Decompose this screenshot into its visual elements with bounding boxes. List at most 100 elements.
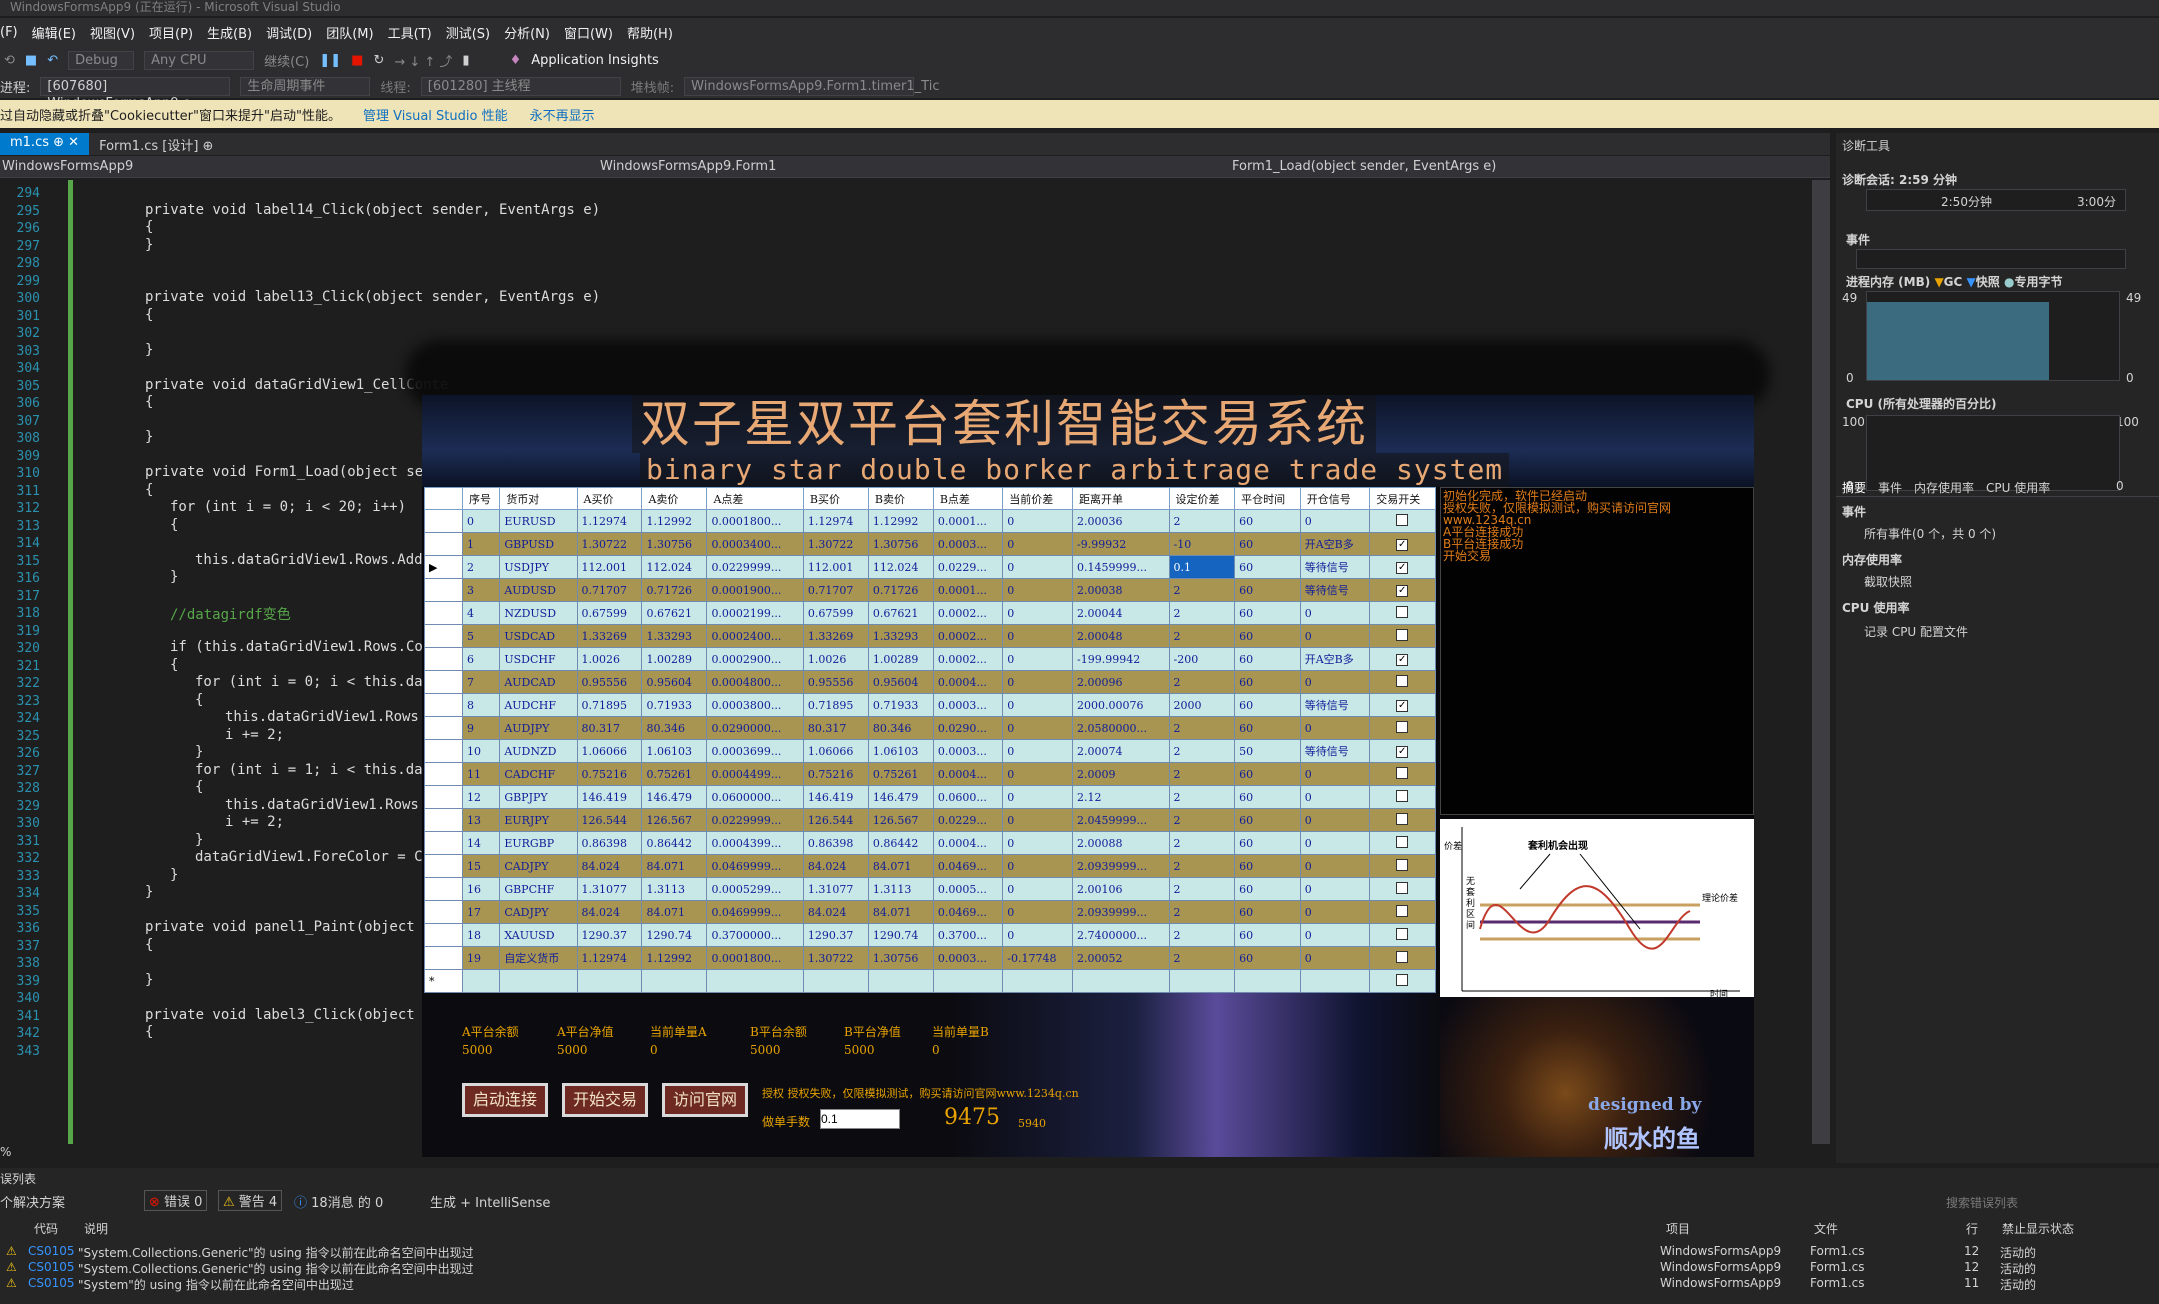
grid-cell[interactable]: 2000 bbox=[1168, 693, 1236, 717]
grid-cell[interactable]: 60 bbox=[1234, 509, 1301, 533]
row-header[interactable] bbox=[424, 923, 463, 947]
grid-cell[interactable]: 60 bbox=[1234, 578, 1301, 602]
grid-cell[interactable]: 1.30722 bbox=[802, 946, 869, 970]
checkbox[interactable] bbox=[1396, 835, 1409, 848]
grid-cell[interactable]: 0.75216 bbox=[576, 762, 643, 786]
grid-cell[interactable]: 1.30722 bbox=[802, 532, 869, 556]
grid-cell[interactable]: 1.3113 bbox=[641, 877, 708, 901]
grid-cell[interactable]: -200 bbox=[1168, 647, 1236, 671]
grid-cell[interactable]: 2.0939999... bbox=[1072, 900, 1170, 924]
trade-switch-checkbox[interactable] bbox=[1369, 762, 1436, 786]
grid-cell[interactable]: 9 bbox=[461, 716, 501, 740]
menu-item-6[interactable]: 团队(M) bbox=[326, 23, 387, 42]
grid-cell[interactable]: 1.30756 bbox=[867, 946, 934, 970]
grid-cell[interactable]: 60 bbox=[1234, 946, 1301, 970]
grid-cell[interactable]: 0.0001800... bbox=[706, 509, 804, 533]
grid-col-header[interactable]: B买价 bbox=[802, 487, 869, 510]
grid-cell[interactable]: 0.86442 bbox=[867, 831, 934, 855]
grid-cell[interactable]: 0.0469999... bbox=[706, 854, 804, 878]
grid-cell[interactable]: 84.071 bbox=[867, 854, 934, 878]
grid-cell[interactable]: 146.419 bbox=[576, 785, 643, 809]
checkbox[interactable]: ✓ bbox=[1396, 700, 1409, 712]
menu-item-8[interactable]: 测试(S) bbox=[446, 23, 504, 42]
grid-cell[interactable]: 0 bbox=[1299, 831, 1371, 855]
grid-cell[interactable]: 0 bbox=[1299, 624, 1371, 648]
grid-cell[interactable]: 0.71895 bbox=[802, 693, 869, 717]
grid-cell[interactable]: 0.0003699... bbox=[706, 739, 804, 763]
grid-col-header[interactable]: A点差 bbox=[706, 487, 804, 510]
grid-cell[interactable]: 1.12992 bbox=[867, 509, 934, 533]
trade-switch-checkbox[interactable] bbox=[1369, 808, 1436, 832]
grid-cell[interactable]: 0.71895 bbox=[576, 693, 643, 717]
grid-cell[interactable]: 0.0005... bbox=[932, 877, 1004, 901]
grid-cell[interactable]: 112.001 bbox=[802, 555, 869, 579]
grid-cell[interactable]: 1.33269 bbox=[576, 624, 643, 648]
grid-cell[interactable]: 2 bbox=[1168, 854, 1236, 878]
grid-cell[interactable]: AUDNZD bbox=[499, 739, 578, 763]
all-events-link[interactable]: 所有事件(0 个，共 0 个) bbox=[1864, 525, 1996, 542]
grid-cell-empty[interactable] bbox=[867, 969, 934, 993]
grid-cell[interactable]: 0 bbox=[1002, 808, 1074, 832]
grid-col-header[interactable]: 当前价差 bbox=[1002, 487, 1074, 510]
continue-button[interactable]: 继续(C) bbox=[264, 51, 309, 70]
bookmark-icon[interactable]: ▮ bbox=[462, 53, 469, 68]
grid-cell[interactable]: 0 bbox=[1299, 509, 1371, 533]
grid-col-header[interactable]: A买价 bbox=[576, 487, 643, 510]
row-header[interactable] bbox=[424, 601, 463, 625]
grid-row[interactable]: 7 AUDCAD 0.95556 0.95604 0.0004800... 0.95556… bbox=[424, 670, 1436, 694]
grid-cell[interactable]: 80.346 bbox=[867, 716, 934, 740]
grid-cell[interactable]: 2.00106 bbox=[1072, 877, 1170, 901]
grid-row[interactable]: 13 EURJPY 126.544 126.567 0.0229999... 126.54… bbox=[424, 808, 1436, 832]
undo-icon[interactable]: ↶ bbox=[47, 53, 58, 68]
trade-switch-checkbox[interactable]: ✓ bbox=[1369, 693, 1436, 717]
grid-cell[interactable]: 1.00289 bbox=[641, 647, 708, 671]
grid-cell[interactable]: 1.06103 bbox=[867, 739, 934, 763]
grid-cell[interactable]: 60 bbox=[1234, 877, 1301, 901]
grid-cell[interactable]: 0 bbox=[1002, 900, 1074, 924]
grid-cell[interactable]: 1.12992 bbox=[641, 946, 708, 970]
grid-cell[interactable]: 0.0469... bbox=[932, 900, 1004, 924]
grid-row[interactable]: 4 NZDUSD 0.67599 0.67621 0.0002199... 0.67599… bbox=[424, 601, 1436, 625]
trade-switch-checkbox[interactable]: ✓ bbox=[1369, 555, 1436, 579]
grid-cell[interactable]: 0 bbox=[1299, 923, 1371, 947]
grid-cell[interactable]: GBPUSD bbox=[499, 532, 578, 556]
grid-cell[interactable]: 0 bbox=[1002, 831, 1074, 855]
grid-cell[interactable]: 2.00038 bbox=[1072, 578, 1170, 602]
col-line[interactable]: 行 bbox=[1966, 1220, 1978, 1237]
lots-input[interactable] bbox=[820, 1109, 900, 1129]
grid-cell[interactable]: 126.544 bbox=[576, 808, 643, 832]
grid-cell[interactable]: 0.95556 bbox=[576, 670, 643, 694]
tab-form1-cs[interactable]: m1.cs ⊕ ✕ bbox=[0, 133, 90, 155]
grid-cell[interactable]: 1.00289 bbox=[867, 647, 934, 671]
trade-switch-checkbox[interactable] bbox=[1369, 716, 1436, 740]
grid-cell[interactable]: 80.346 bbox=[641, 716, 708, 740]
grid-cell[interactable]: 0 bbox=[1002, 716, 1074, 740]
grid-cell[interactable]: 0.0002... bbox=[932, 624, 1004, 648]
grid-new-row[interactable]: * bbox=[424, 969, 1436, 993]
grid-cell[interactable]: 2.0580000... bbox=[1072, 716, 1170, 740]
grid-cell[interactable]: 0.0003... bbox=[932, 532, 1004, 556]
grid-cell[interactable]: 1290.37 bbox=[802, 923, 869, 947]
grid-cell[interactable]: 2 bbox=[1168, 900, 1236, 924]
grid-cell[interactable]: 1.12974 bbox=[576, 946, 643, 970]
grid-cell[interactable]: 2.00048 bbox=[1072, 624, 1170, 648]
grid-cell[interactable]: 84.024 bbox=[576, 854, 643, 878]
menu-item-5[interactable]: 调试(D) bbox=[266, 23, 326, 42]
menu-item-7[interactable]: 工具(T) bbox=[388, 23, 446, 42]
grid-cell-empty[interactable] bbox=[641, 969, 708, 993]
errors-filter[interactable]: ⊗ 错误 0 bbox=[144, 1190, 208, 1211]
checkbox[interactable] bbox=[1396, 628, 1409, 641]
row-header[interactable] bbox=[424, 716, 463, 740]
grid-cell[interactable]: 0.71933 bbox=[641, 693, 708, 717]
trade-switch-checkbox[interactable] bbox=[1369, 670, 1436, 694]
checkbox[interactable] bbox=[1396, 973, 1409, 986]
grid-cell[interactable]: 2.00096 bbox=[1072, 670, 1170, 694]
grid-cell[interactable]: 5 bbox=[461, 624, 501, 648]
grid-cell-empty[interactable] bbox=[1002, 969, 1074, 993]
grid-cell[interactable]: 2 bbox=[1168, 785, 1236, 809]
grid-cell[interactable]: 等待信号 bbox=[1299, 739, 1371, 763]
grid-cell[interactable]: 0.67599 bbox=[576, 601, 643, 625]
grid-cell[interactable]: XAUUSD bbox=[499, 923, 578, 947]
grid-cell[interactable]: 2000.00076 bbox=[1072, 693, 1170, 717]
grid-cell[interactable]: EURJPY bbox=[499, 808, 578, 832]
